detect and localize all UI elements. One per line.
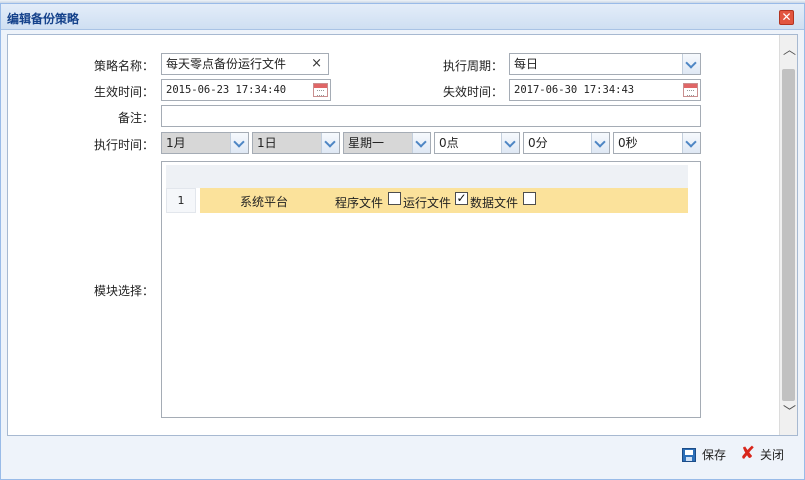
close-button[interactable]: ✘ 关闭 — [740, 445, 788, 465]
clear-icon[interactable]: × — [311, 54, 322, 74]
dialog-title: 编辑备份策略 — [7, 12, 80, 26]
chevron-down-icon[interactable] — [591, 133, 609, 153]
data-files-checkbox[interactable] — [523, 192, 536, 205]
month-value: 1月 — [166, 136, 186, 150]
policy-name-input[interactable]: 每天零点备份运行文件 × — [161, 53, 329, 75]
policy-name-value: 每天零点备份运行文件 — [166, 57, 287, 71]
close-window-button[interactable]: ✕ — [779, 10, 794, 25]
close-icon: ✘ — [740, 443, 756, 464]
month-select[interactable]: 1月 — [161, 132, 249, 154]
minute-value: 0分 — [528, 136, 548, 150]
edit-backup-policy-dialog: 编辑备份策略 ✕ 策略名称： 每天零点备份运行文件 × 执行周期： 每日 生效时… — [0, 3, 805, 480]
chevron-down-icon[interactable] — [230, 133, 248, 153]
scroll-down-icon[interactable]: ﹀ — [783, 406, 796, 419]
chevron-down-icon[interactable] — [682, 133, 700, 153]
calendar-icon[interactable] — [683, 83, 698, 97]
start-time-input[interactable]: 2015-06-23 17:34:40 — [161, 79, 331, 101]
calendar-icon[interactable] — [313, 83, 328, 97]
module-grid: 1 系统平台 程序文件 运行文件 ✓ 数据文件 — [161, 161, 701, 418]
remark-input[interactable] — [161, 105, 701, 127]
period-value: 每日 — [514, 57, 539, 71]
hour-select[interactable]: 0点 — [434, 132, 520, 154]
scroll-up-icon[interactable]: ︿ — [783, 44, 796, 57]
row-content[interactable]: 系统平台 程序文件 运行文件 ✓ 数据文件 — [200, 188, 688, 213]
end-time-value: 2017-06-30 17:34:43 — [514, 84, 635, 96]
program-files-checkbox[interactable] — [388, 192, 401, 205]
chevron-down-icon[interactable] — [412, 133, 430, 153]
scrollbar-thumb[interactable] — [782, 69, 795, 401]
row-number: 1 — [166, 188, 196, 213]
close-icon: ✕ — [781, 10, 792, 24]
period-select[interactable]: 每日 — [509, 53, 701, 75]
close-label: 关闭 — [760, 448, 785, 462]
chevron-down-icon[interactable] — [321, 133, 339, 153]
save-button[interactable]: 保存 — [682, 445, 728, 465]
floppy-disk-icon — [682, 448, 696, 462]
remark-label: 备注： — [117, 111, 154, 125]
second-select[interactable]: 0秒 — [613, 132, 701, 154]
chevron-down-icon[interactable] — [501, 133, 519, 153]
title-bar[interactable]: 编辑备份策略 ✕ — [1, 4, 804, 30]
runtime-files-checkbox[interactable]: ✓ — [455, 192, 468, 205]
start-time-label: 生效时间： — [93, 85, 154, 99]
minute-select[interactable]: 0分 — [523, 132, 610, 154]
module-name: 系统平台 — [240, 195, 289, 209]
option-label-runtime-files: 运行文件 — [403, 196, 452, 210]
exec-time-label: 执行时间： — [93, 138, 154, 152]
module-label: 模块选择： — [93, 284, 154, 298]
policy-name-label: 策略名称： — [93, 59, 154, 73]
form-panel: 策略名称： 每天零点备份运行文件 × 执行周期： 每日 生效时间： 2015-0… — [7, 34, 798, 436]
weekday-select[interactable]: 星期一 — [343, 132, 431, 154]
vertical-scrollbar[interactable]: ︿ ﹀ — [779, 35, 797, 435]
end-time-input[interactable]: 2017-06-30 17:34:43 — [509, 79, 701, 101]
grid-header — [166, 165, 688, 188]
weekday-value: 星期一 — [348, 136, 385, 150]
second-value: 0秒 — [618, 136, 638, 150]
start-time-value: 2015-06-23 17:34:40 — [166, 84, 287, 96]
day-select[interactable]: 1日 — [252, 132, 340, 154]
day-value: 1日 — [257, 136, 277, 150]
end-time-label: 失效时间： — [442, 85, 503, 99]
checkmark-icon: ✓ — [456, 191, 467, 205]
save-label: 保存 — [702, 448, 727, 462]
table-row[interactable]: 1 系统平台 程序文件 运行文件 ✓ 数据文件 — [166, 188, 688, 213]
period-label: 执行周期： — [442, 59, 503, 73]
chevron-down-icon[interactable] — [682, 54, 700, 74]
option-label-data-files: 数据文件 — [470, 196, 519, 210]
hour-value: 0点 — [439, 136, 459, 150]
option-label-program-files: 程序文件 — [335, 196, 384, 210]
